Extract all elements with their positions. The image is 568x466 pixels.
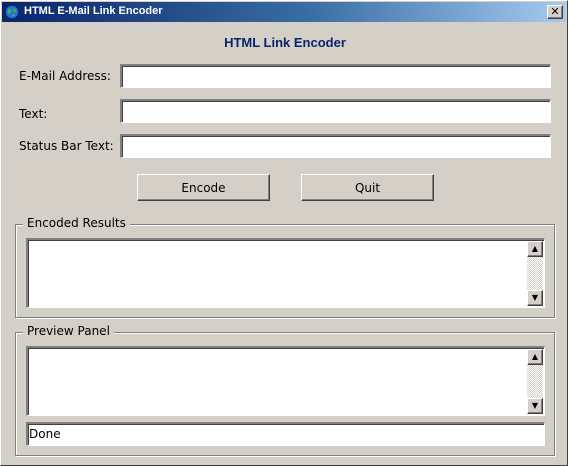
- text-label: Text:: [19, 107, 48, 121]
- status-bar-text-label: Status Bar Text:: [19, 139, 114, 153]
- encoded-results-group: Encoded Results ▲ ▼: [15, 216, 555, 318]
- quit-button[interactable]: Quit: [301, 174, 434, 201]
- preview-status-field: Done: [26, 422, 545, 446]
- page-title: HTML Link Encoder: [224, 35, 346, 50]
- preview-status-text: Done: [29, 427, 61, 441]
- encode-button[interactable]: Encode: [137, 174, 270, 201]
- preview-panel-scrollbar[interactable]: ▲ ▼: [527, 349, 543, 414]
- scroll-down-arrow-icon[interactable]: ▼: [527, 398, 543, 414]
- encoded-results-scrollbar[interactable]: ▲ ▼: [527, 241, 543, 306]
- email-label: E-Mail Address:: [19, 69, 111, 83]
- encoded-results-label: Encoded Results: [23, 216, 130, 230]
- text-field[interactable]: [120, 99, 551, 123]
- preview-panel-label: Preview Panel: [23, 324, 114, 338]
- status-bar-text-field[interactable]: [120, 134, 551, 158]
- title-bar[interactable]: HTML E-Mail Link Encoder ✕: [2, 2, 566, 22]
- encoded-results-textarea[interactable]: ▲ ▼: [26, 238, 545, 308]
- email-field[interactable]: [120, 64, 551, 88]
- scroll-up-arrow-icon[interactable]: ▲: [527, 349, 543, 365]
- scroll-up-arrow-icon[interactable]: ▲: [527, 241, 543, 257]
- globe-icon: [5, 5, 19, 19]
- app-window: HTML E-Mail Link Encoder ✕ HTML Link Enc…: [0, 0, 568, 466]
- window-title: HTML E-Mail Link Encoder: [24, 5, 163, 17]
- close-icon: ✕: [550, 5, 560, 18]
- scroll-down-arrow-icon[interactable]: ▼: [527, 290, 543, 306]
- close-button[interactable]: ✕: [547, 5, 563, 19]
- preview-panel-group: Preview Panel ▲ ▼ Done: [15, 324, 555, 456]
- preview-panel-area[interactable]: ▲ ▼: [26, 346, 545, 416]
